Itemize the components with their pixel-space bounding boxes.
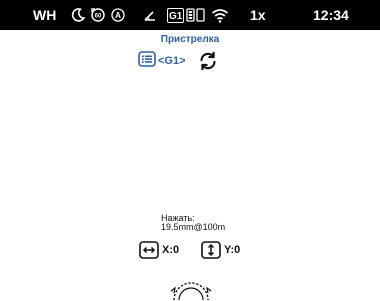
svg-text:60: 60 xyxy=(95,14,102,20)
refresh-icon[interactable] xyxy=(198,51,218,71)
angle-icon xyxy=(143,0,157,30)
wh-label: WH xyxy=(33,7,57,23)
auto-mode-icon: A xyxy=(110,0,126,30)
profile-selector[interactable]: <G1> xyxy=(138,50,218,72)
profile-badge-label: G1 xyxy=(169,10,183,22)
timer-icon: 60 xyxy=(90,0,106,30)
y-value: Y:0 xyxy=(224,244,241,256)
adjustment-row: X:0 Y:0 xyxy=(0,240,380,260)
horizontal-arrows-icon xyxy=(139,241,159,259)
click-value-hint: Нажать: 19.5mm@100m xyxy=(161,214,281,232)
page-title: Пристрелка xyxy=(160,34,220,45)
hint-line-2: 19.5mm@100m xyxy=(161,222,226,232)
profile-label[interactable]: <G1> xyxy=(158,55,186,67)
zoom-label: 1x xyxy=(250,7,266,23)
list-icon[interactable] xyxy=(138,50,156,72)
vertical-arrows-icon xyxy=(201,241,221,259)
battery-icon xyxy=(186,0,206,30)
x-adjustment[interactable]: X:0 xyxy=(139,240,179,260)
time-label: 12:34 xyxy=(313,7,349,23)
profile-badge: G1 xyxy=(167,0,185,30)
y-adjustment[interactable]: Y:0 xyxy=(201,240,240,260)
x-value: X:0 xyxy=(162,244,180,256)
profile-badge-box: G1 xyxy=(167,7,185,23)
moon-icon xyxy=(70,0,86,30)
wh-indicator: WH xyxy=(33,0,56,30)
rotary-knob-icon xyxy=(166,279,216,301)
wifi-icon xyxy=(211,0,229,30)
status-bar: WH 60 A G1 1x 12:34 xyxy=(0,0,380,30)
svg-text:A: A xyxy=(115,11,121,20)
clock: 12:34 xyxy=(313,0,349,30)
screen: WH 60 A G1 1x 12:34 Пристрелка <G1> Нажа… xyxy=(0,0,380,301)
zoom-indicator: 1x xyxy=(250,0,266,30)
